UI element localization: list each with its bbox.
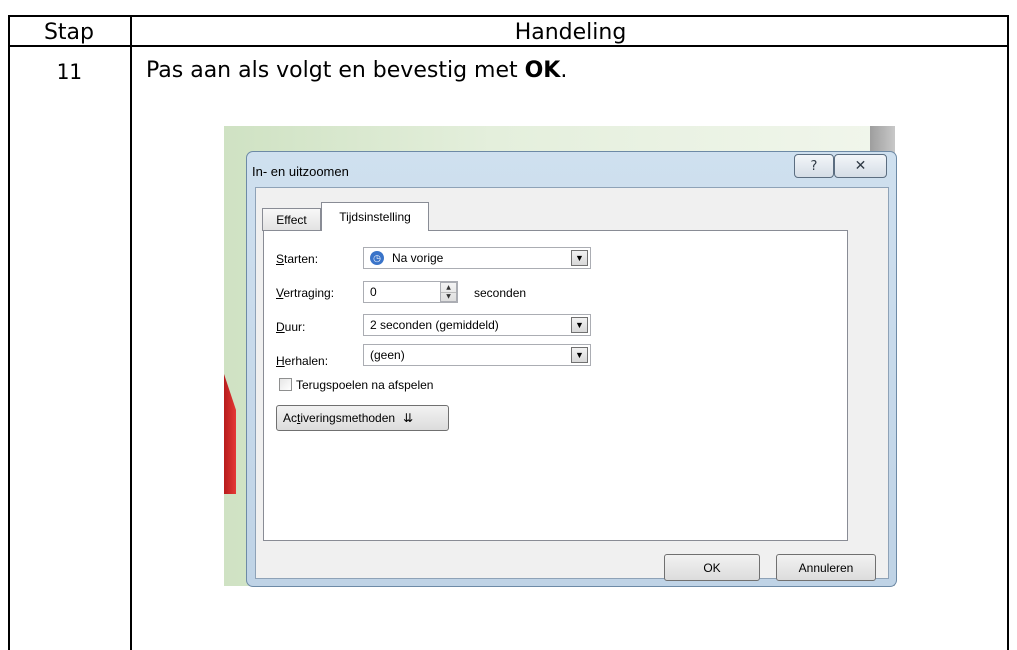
step-number: 11	[56, 60, 82, 84]
starten-accel: S	[276, 252, 285, 266]
table-border-top	[8, 15, 1009, 17]
herhalen-accel: H	[276, 354, 285, 368]
vertraging-stepper[interactable]: ▲ ▼	[440, 282, 457, 302]
duur-select[interactable]: 2 seconden (gemiddeld) ▼	[363, 314, 591, 336]
double-chevron-down-icon: ⇊	[403, 411, 414, 425]
starten-label-text: tarten:	[284, 252, 319, 266]
ok-button[interactable]: OK	[664, 554, 760, 581]
vertraging-label: Vertraging:	[276, 286, 334, 300]
herhalen-label: Herhalen:	[276, 354, 328, 368]
activeringsmethoden-button[interactable]: Ac t iveringsmethoden ⇊	[276, 405, 449, 431]
tab-tijdsinstelling[interactable]: Tijdsinstelling	[321, 202, 429, 231]
dialog-title: In- en uitzoomen	[252, 164, 349, 179]
table-border-right	[1007, 15, 1009, 650]
terugspoelen-pre: Teru	[296, 378, 320, 392]
duur-value: 2 seconden (gemiddeld)	[370, 318, 499, 332]
instruction-text: Pas aan als volgt en bevestig met OK.	[146, 58, 567, 83]
duur-label: Duur:	[276, 320, 305, 334]
terugspoelen-checkbox[interactable]	[279, 378, 292, 391]
stepper-down-icon[interactable]: ▼	[441, 292, 456, 301]
help-icon: ?	[810, 158, 818, 174]
help-button[interactable]: ?	[794, 154, 834, 178]
starten-select[interactable]: ◷ Na vorige ▼	[363, 247, 591, 269]
starten-label: Starten:	[276, 252, 318, 266]
activering-pre: Ac	[283, 411, 298, 425]
starten-value: Na vorige	[392, 251, 444, 265]
clock-icon: ◷	[370, 251, 384, 265]
herhalen-select[interactable]: (geen) ▼	[363, 344, 591, 366]
instruction-post: .	[560, 58, 568, 83]
instruction-bold: OK	[524, 58, 561, 83]
table-border-left	[8, 15, 10, 650]
header-handeling: Handeling	[514, 20, 627, 45]
close-icon: ✕	[854, 158, 867, 174]
instruction-pre: Pas aan als volgt en bevestig met	[146, 58, 525, 83]
herhalen-label-text: erhalen:	[284, 354, 329, 368]
table-border-mid	[130, 15, 132, 650]
close-button[interactable]: ✕	[834, 154, 887, 178]
terugspoelen-label: Terugspoelen na afspelen	[296, 378, 433, 392]
tab-effect[interactable]: Effect	[262, 208, 321, 231]
vertraging-value: 0	[370, 285, 377, 299]
table-border-header	[8, 45, 1009, 47]
duur-label-text: uur:	[284, 320, 306, 334]
vertraging-unit: seconden	[474, 286, 527, 300]
cancel-button[interactable]: Annuleren	[776, 554, 876, 581]
chevron-down-icon[interactable]: ▼	[571, 347, 588, 363]
activering-post: iveringsmethoden	[300, 411, 396, 425]
chevron-down-icon[interactable]: ▼	[571, 317, 588, 333]
duur-accel: D	[276, 320, 285, 334]
herhalen-value: (geen)	[370, 348, 405, 362]
terugspoelen-post: spoelen na afspelen	[326, 378, 434, 392]
chevron-down-icon[interactable]: ▼	[571, 250, 588, 266]
header-stap: Stap	[43, 20, 95, 45]
vertraging-label-text: ertraging:	[283, 286, 335, 300]
